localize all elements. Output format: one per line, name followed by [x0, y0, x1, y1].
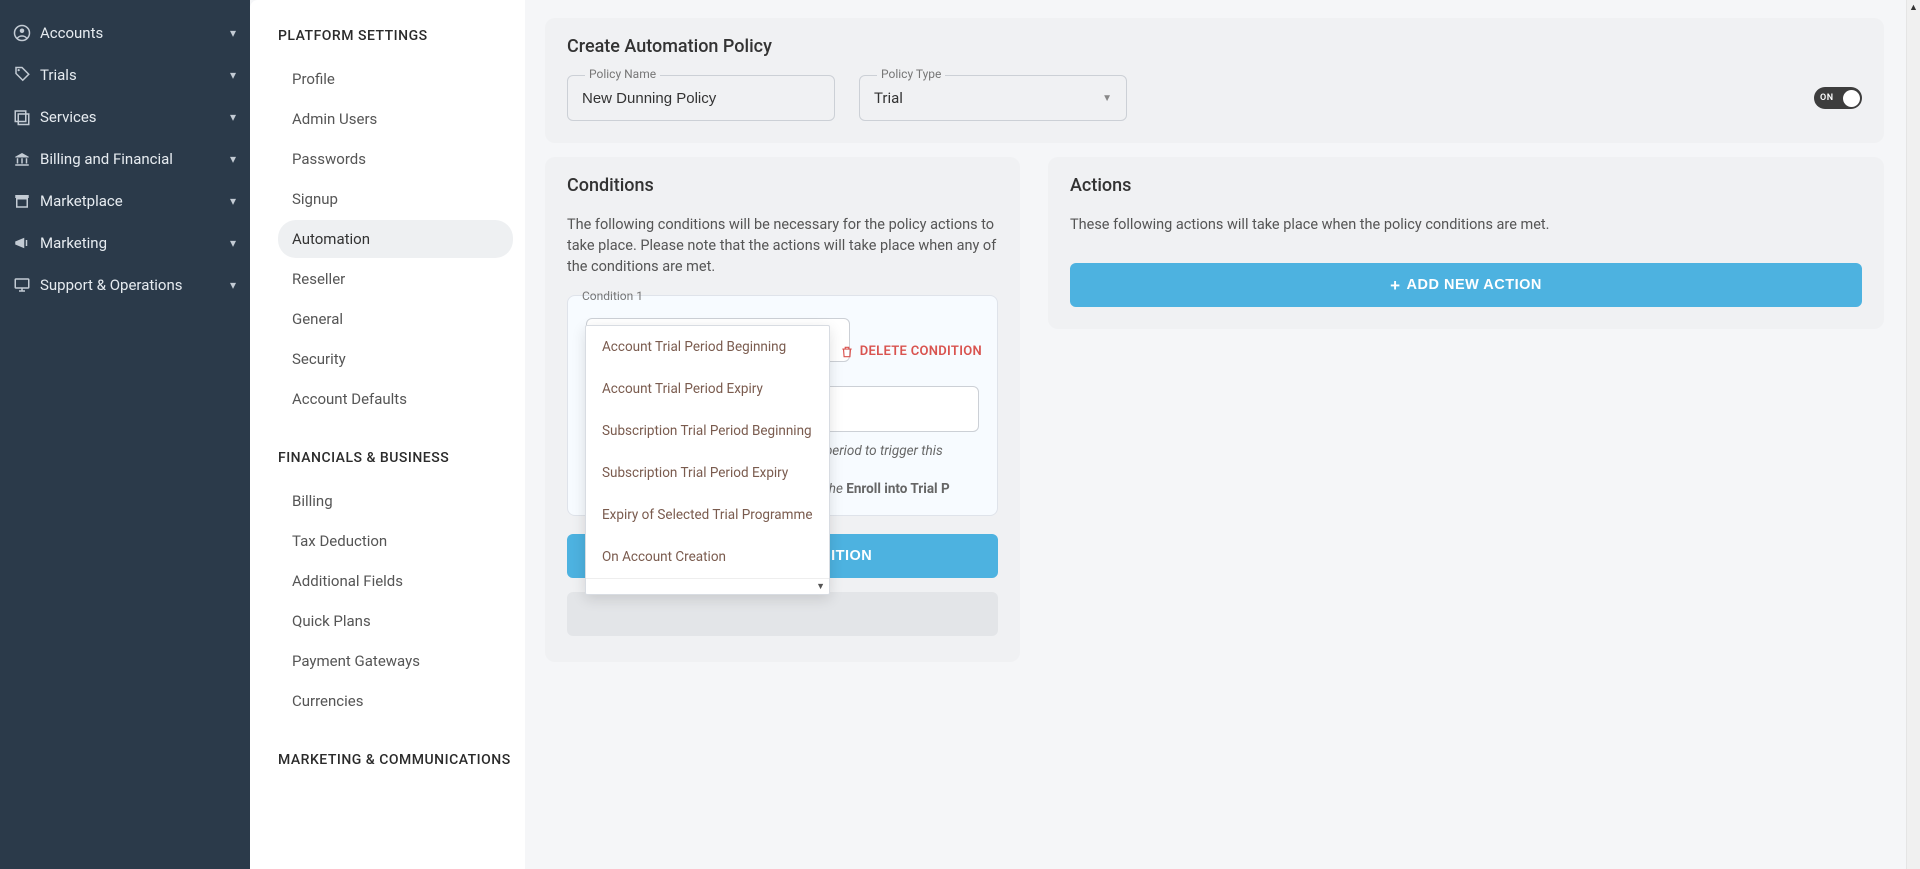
field-label: Policy Type	[873, 67, 949, 81]
chevron-down-icon: ▾	[230, 110, 236, 124]
condition-label: Condition 1	[582, 288, 643, 304]
sidebar-item-label: Billing and Financial	[40, 150, 230, 168]
plus-icon: +	[1390, 277, 1400, 294]
settings-item-billing[interactable]: Billing	[278, 482, 513, 520]
settings-item-automation[interactable]: Automation	[278, 220, 513, 258]
store-icon	[10, 192, 34, 210]
sidebar-item-label: Support & Operations	[40, 276, 230, 294]
person-circle-icon	[10, 24, 34, 42]
megaphone-icon	[10, 234, 34, 252]
monitor-icon	[10, 276, 34, 294]
sidebar-item-label: Trials	[40, 66, 230, 84]
layers-icon	[10, 108, 34, 126]
settings-section-title: MARKETING & COMMUNICATIONS	[278, 752, 513, 768]
settings-item-payment-gateways[interactable]: Payment Gateways	[278, 642, 513, 680]
sidebar-item-label: Accounts	[40, 24, 230, 42]
settings-item-account-defaults[interactable]: Account Defaults	[278, 380, 513, 418]
delete-condition-label: DELETE CONDITION	[860, 344, 982, 359]
actions-description: These following actions will take place …	[1070, 214, 1862, 235]
policy-name-input[interactable]	[567, 75, 835, 121]
policy-name-field: Policy Name	[567, 75, 835, 121]
sidebar-item-services[interactable]: Services ▾	[0, 96, 250, 138]
sidebar-item-marketplace[interactable]: Marketplace ▾	[0, 180, 250, 222]
delete-condition-button[interactable]: DELETE CONDITION	[840, 344, 982, 359]
settings-item-general[interactable]: General	[278, 300, 513, 338]
settings-column: PLATFORM SETTINGS Profile Admin Users Pa…	[250, 0, 525, 869]
tag-icon	[10, 66, 34, 84]
card-title: Create Automation Policy	[567, 36, 1862, 57]
page-scrollbar[interactable]: ▲	[1906, 0, 1920, 869]
caret-down-icon[interactable]: ▼	[816, 581, 825, 592]
sidebar-item-label: Services	[40, 108, 230, 126]
settings-item-admin-users[interactable]: Admin Users	[278, 100, 513, 138]
settings-item-signup[interactable]: Signup	[278, 180, 513, 218]
field-label: Policy Name	[581, 67, 664, 81]
caret-down-icon: ▼	[1102, 93, 1112, 104]
toggle-knob	[1843, 90, 1860, 107]
conditions-description: The following conditions will be necessa…	[567, 214, 998, 277]
chevron-down-icon: ▾	[230, 236, 236, 250]
settings-item-currencies[interactable]: Currencies	[278, 682, 513, 720]
add-action-label: ADD NEW ACTION	[1407, 277, 1542, 293]
dropdown-option[interactable]: Expiry of Selected Trial Programme	[586, 494, 829, 536]
dropdown-option[interactable]: On Account Creation	[586, 536, 829, 578]
scroll-up-icon[interactable]: ▲	[1909, 2, 1918, 13]
add-action-button[interactable]: + ADD NEW ACTION	[1070, 263, 1862, 307]
policy-type-select[interactable]: Trial ▼	[859, 75, 1127, 121]
chevron-down-icon: ▾	[230, 68, 236, 82]
card-title: Actions	[1070, 175, 1862, 196]
main-sidebar: Accounts ▾ Trials ▾ Services ▾ Billing a…	[0, 0, 250, 869]
dropdown-footer: ▼	[586, 578, 829, 594]
actions-card: Actions These following actions will tak…	[1048, 157, 1884, 329]
sidebar-item-accounts[interactable]: Accounts ▾	[0, 12, 250, 54]
dropdown-option[interactable]: Subscription Trial Period Beginning	[586, 410, 829, 452]
select-value: Trial	[874, 89, 903, 107]
policy-enabled-toggle[interactable]: ON	[1814, 87, 1862, 109]
trash-icon	[840, 345, 854, 359]
settings-list-platform: Profile Admin Users Passwords Signup Aut…	[278, 60, 513, 418]
settings-item-additional-fields[interactable]: Additional Fields	[278, 562, 513, 600]
chevron-down-icon: ▾	[230, 152, 236, 166]
bank-icon	[10, 150, 34, 168]
sidebar-item-label: Marketing	[40, 234, 230, 252]
settings-section-title: PLATFORM SETTINGS	[278, 28, 513, 44]
create-policy-card: Create Automation Policy Policy Name Pol…	[545, 18, 1884, 143]
sidebar-item-billing[interactable]: Billing and Financial ▾	[0, 138, 250, 180]
dropdown-option[interactable]: Account Trial Period Expiry	[586, 368, 829, 410]
sidebar-item-marketing[interactable]: Marketing ▾	[0, 222, 250, 264]
settings-list-financials: Billing Tax Deduction Additional Fields …	[278, 482, 513, 720]
chevron-down-icon: ▾	[230, 278, 236, 292]
sidebar-item-trials[interactable]: Trials ▾	[0, 54, 250, 96]
settings-item-tax-deduction[interactable]: Tax Deduction	[278, 522, 513, 560]
settings-section-title: FINANCIALS & BUSINESS	[278, 450, 513, 466]
condition-dropdown[interactable]: Account Trial Period Beginning Account T…	[585, 325, 830, 595]
settings-item-quick-plans[interactable]: Quick Plans	[278, 602, 513, 640]
policy-type-field: Policy Type Trial ▼	[859, 75, 1127, 121]
disabled-secondary-button	[567, 592, 998, 636]
sidebar-item-label: Marketplace	[40, 192, 230, 210]
toggle-on-label: ON	[1820, 93, 1834, 103]
settings-item-profile[interactable]: Profile	[278, 60, 513, 98]
card-title: Conditions	[567, 175, 998, 196]
dropdown-option[interactable]: Subscription Trial Period Expiry	[586, 452, 829, 494]
settings-item-reseller[interactable]: Reseller	[278, 260, 513, 298]
settings-item-security[interactable]: Security	[278, 340, 513, 378]
settings-item-passwords[interactable]: Passwords	[278, 140, 513, 178]
chevron-down-icon: ▾	[230, 26, 236, 40]
dropdown-option[interactable]: Account Trial Period Beginning	[586, 326, 829, 368]
chevron-down-icon: ▾	[230, 194, 236, 208]
sidebar-item-support[interactable]: Support & Operations ▾	[0, 264, 250, 306]
